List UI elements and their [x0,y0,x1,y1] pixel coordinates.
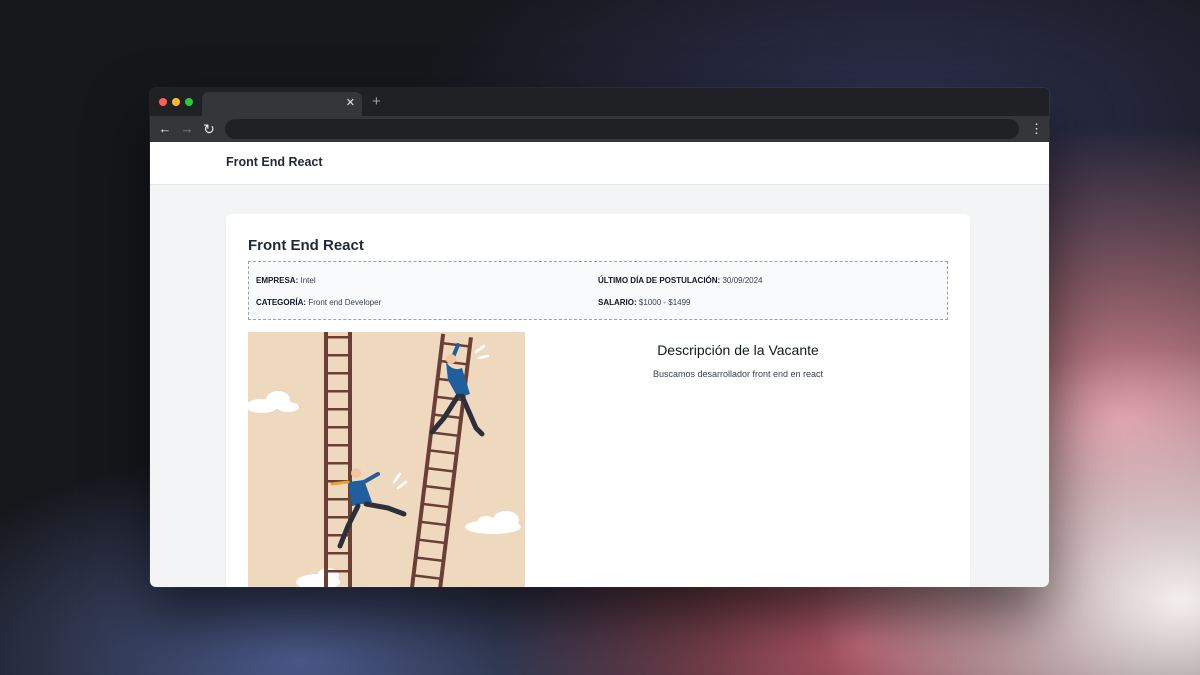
right-ladder [408,333,473,587]
job-details-box: EMPRESA: Intel ÚLTIMO DÍA DE POSTULACIÓN… [248,261,948,320]
detail-company-value: Intel [300,276,316,285]
detail-salary: SALARIO: $1000 - $1499 [598,298,691,307]
description-title: Descripción de la Vacante [657,342,819,358]
maximize-window-button[interactable] [185,98,193,106]
new-tab-icon[interactable]: + [372,94,381,110]
address-bar[interactable] [225,119,1019,139]
reload-icon[interactable]: ↻ [201,120,217,138]
browser-window: ✕ + ← → ↻ ⋮ Front End React Front End Re… [150,88,1049,587]
back-arrow-icon[interactable]: ← [157,120,173,138]
detail-deadline: ÚLTIMO DÍA DE POSTULACIÓN: 30/09/2024 [598,276,763,285]
cloud-right [465,511,521,534]
detail-category: CATEGORÍA: Front end Developer [256,298,381,307]
close-window-button[interactable] [159,98,167,106]
minimize-window-button[interactable] [172,98,180,106]
detail-category-label: CATEGORÍA: [256,298,307,307]
page-viewport: Front End React Front End React EMPRESA:… [150,142,1049,587]
detail-deadline-value: 30/09/2024 [722,276,763,285]
site-header: Front End React [150,142,1049,185]
detail-company-label: EMPRESA: [256,276,299,285]
cloud-left [248,391,299,413]
detail-salary-value: $1000 - $1499 [638,298,691,307]
detail-deadline-label: ÚLTIMO DÍA DE POSTULACIÓN: [598,276,721,285]
description-text: Buscamos desarrollador front end en reac… [652,369,824,379]
close-tab-icon[interactable]: ✕ [346,96,355,110]
detail-company: EMPRESA: Intel [256,276,316,285]
left-ladder [324,332,352,587]
detail-salary-label: SALARIO: [598,298,637,307]
ladder-climbers-illustration [248,332,521,587]
tab-strip: ✕ + [150,88,1049,118]
kebab-menu-icon[interactable]: ⋮ [1030,120,1043,138]
job-card: Front End React EMPRESA: Intel ÚLTIMO DÍ… [226,214,970,587]
site-brand-link[interactable]: Front End React [226,155,323,169]
browser-toolbar: ← → ↻ ⋮ [150,116,1049,142]
detail-category-value: Front end Developer [308,298,382,307]
browser-tab[interactable]: ✕ [202,92,362,118]
job-illustration [248,332,525,587]
job-title: Front End React [248,237,364,254]
forward-arrow-icon[interactable]: → [179,120,195,138]
